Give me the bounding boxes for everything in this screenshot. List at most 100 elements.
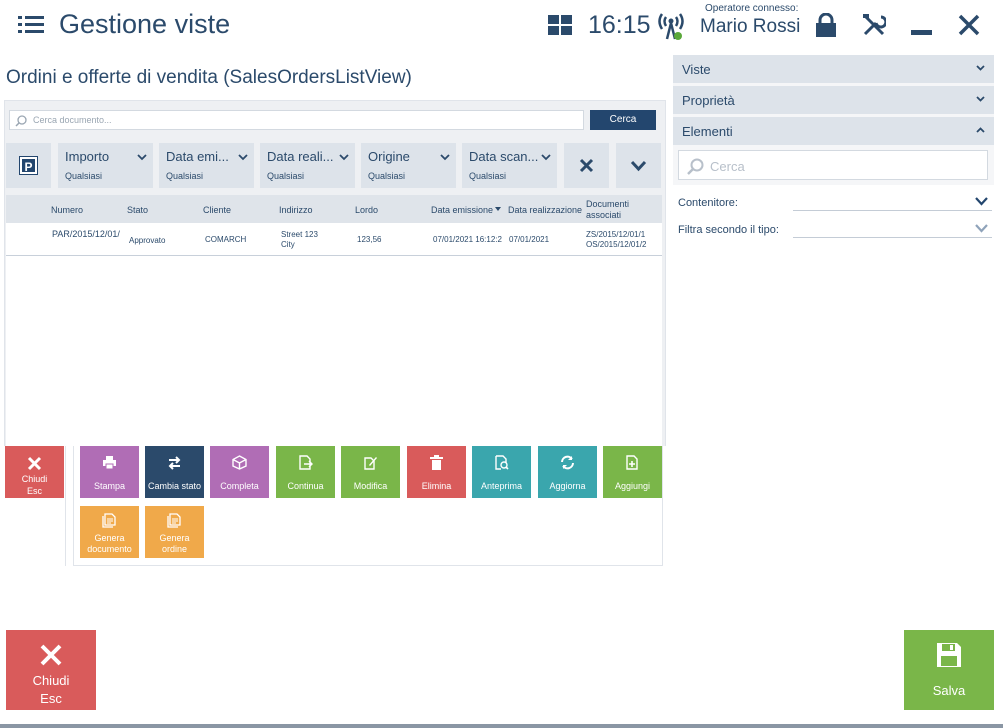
refresh-icon	[561, 455, 574, 470]
button-label: Salva	[932, 683, 966, 698]
tools-icon[interactable]	[862, 13, 886, 37]
filter-data-scadenza[interactable]: Data scan... Qualsiasi	[462, 143, 557, 188]
complete-button[interactable]: Completa	[210, 446, 269, 498]
column-header-indirizzo[interactable]: Indirizzo	[279, 205, 313, 215]
chevron-down-icon	[339, 154, 349, 161]
edit-document-icon	[364, 457, 377, 470]
accordion-viste[interactable]: Viste	[673, 55, 994, 83]
filter-label: Data emi...	[166, 149, 229, 164]
button-label: Elimina	[421, 481, 452, 491]
chevron-down-icon[interactable]	[975, 197, 988, 206]
continue-button[interactable]: Continua	[276, 446, 335, 498]
add-button[interactable]: Aggiungi	[603, 446, 662, 498]
preview-button[interactable]: Anteprima	[472, 446, 531, 498]
chevron-up-icon	[976, 127, 985, 133]
generate-order-button[interactable]: Genera ordine	[145, 506, 204, 558]
filter-data-emissione[interactable]: Data emi... Qualsiasi	[159, 143, 254, 188]
chevron-down-icon	[238, 154, 248, 161]
button-label: Aggiungi	[614, 481, 651, 491]
parameters-button[interactable]: P	[6, 143, 51, 188]
document-arrow-icon	[299, 455, 313, 470]
filter-label: Data reali...	[267, 149, 334, 164]
view-title: Ordini e offerte di vendita (SalesOrders…	[6, 67, 412, 88]
filter-origine[interactable]: Origine Qualsiasi	[361, 143, 456, 188]
cell-indirizzo-2: City	[281, 240, 295, 249]
side-elements-area	[673, 185, 994, 625]
expand-filters-button[interactable]	[616, 143, 661, 188]
cell-numero: PAR/2015/12/01/	[52, 229, 120, 239]
close-icon	[27, 456, 42, 471]
column-header-stato[interactable]: Stato	[127, 205, 148, 215]
accordion-elementi[interactable]: Elementi	[673, 117, 994, 145]
add-document-icon	[626, 455, 638, 470]
container-label: Contenitore:	[678, 197, 738, 209]
clear-filters-button[interactable]	[564, 143, 609, 188]
button-label: ordine	[161, 544, 188, 554]
minimize-icon[interactable]	[911, 30, 932, 35]
elements-search-input[interactable]: Cerca	[678, 150, 988, 180]
top-bar: Gestione viste 16:15 Operatore connesso:…	[0, 0, 1003, 52]
search-button[interactable]: Cerca	[590, 110, 656, 130]
connection-status-icon	[658, 13, 684, 40]
filter-type-select[interactable]	[793, 237, 992, 238]
container-select[interactable]	[793, 210, 992, 211]
search-placeholder: Cerca	[710, 159, 745, 174]
document-search-input[interactable]: Cerca documento...	[9, 110, 584, 130]
button-label: Genera	[94, 533, 125, 543]
column-header-cliente[interactable]: Cliente	[203, 205, 231, 215]
lock-icon[interactable]	[815, 13, 837, 37]
hamburger-menu-icon[interactable]	[18, 14, 44, 36]
save-button[interactable]: Salva	[904, 630, 994, 710]
button-label: Esc	[26, 486, 42, 496]
search-icon	[15, 115, 27, 127]
change-status-button[interactable]: Cambia stato	[145, 446, 204, 498]
column-header-documenti[interactable]: Documenti	[586, 199, 629, 209]
delete-button[interactable]: Elimina	[407, 446, 466, 498]
column-header-lordo[interactable]: Lordo	[355, 205, 378, 215]
chevron-down-icon[interactable]	[975, 224, 988, 233]
chevron-down-icon	[137, 154, 147, 161]
button-label: Genera	[159, 533, 190, 543]
tiles-icon[interactable]	[548, 15, 572, 35]
button-label: Anteprima	[480, 481, 523, 491]
close-button[interactable]: Chiudi Esc	[6, 630, 96, 710]
button-label: Esc	[40, 691, 62, 706]
cell-data-emissione: 07/01/2021 16:12:2	[433, 235, 502, 244]
accordion-label: Viste	[682, 62, 711, 77]
trash-icon	[430, 455, 443, 470]
close-icon[interactable]	[958, 14, 980, 36]
cell-stato: Approvato	[129, 236, 166, 245]
cell-documenti-1: ZS/2015/12/01/1	[586, 230, 646, 239]
column-header-numero[interactable]: Numero	[51, 205, 83, 215]
chevron-down-icon	[630, 160, 647, 172]
filter-label: Data scan...	[469, 149, 539, 164]
parameters-icon: P	[19, 156, 38, 175]
accordion-label: Elementi	[682, 124, 733, 139]
bottom-divider	[0, 724, 1003, 728]
button-label: Aggiorna	[549, 481, 586, 491]
print-icon	[103, 456, 116, 470]
close-list-button[interactable]: Chiudi Esc	[5, 446, 64, 498]
generate-document-button[interactable]: Genera documento	[80, 506, 139, 558]
column-header-data-realizzazione[interactable]: Data realizzazione	[508, 205, 582, 215]
swap-icon	[168, 456, 181, 470]
column-header-data-emissione[interactable]: Data emissione	[431, 205, 493, 215]
filter-importo[interactable]: Importo Qualsiasi	[58, 143, 153, 188]
cell-documenti-2: OS/2015/12/01/2	[586, 240, 647, 249]
edit-button[interactable]: Modifica	[341, 446, 400, 498]
button-label: Chiudi	[32, 673, 70, 688]
refresh-button[interactable]: Aggiorna	[538, 446, 597, 498]
cell-data-realizzazione: 07/01/2021	[509, 235, 550, 244]
filter-value: Qualsiasi	[368, 171, 406, 181]
table-row[interactable]: PAR/2015/12/01/ Approvato COMARCH Street…	[6, 223, 662, 256]
chevron-down-icon	[440, 154, 450, 161]
cell-lordo: 123,56	[357, 235, 382, 244]
filter-data-realizzazione[interactable]: Data reali... Qualsiasi	[260, 143, 355, 188]
grid-header: Numero Stato Cliente Indirizzo Lordo Dat…	[6, 195, 662, 223]
box-icon	[232, 455, 247, 470]
print-button[interactable]: Stampa	[80, 446, 139, 498]
clear-icon	[579, 158, 594, 173]
accordion-proprieta[interactable]: Proprietà	[673, 86, 994, 114]
documents-icon	[167, 513, 181, 528]
filter-label: Importo	[65, 149, 110, 164]
